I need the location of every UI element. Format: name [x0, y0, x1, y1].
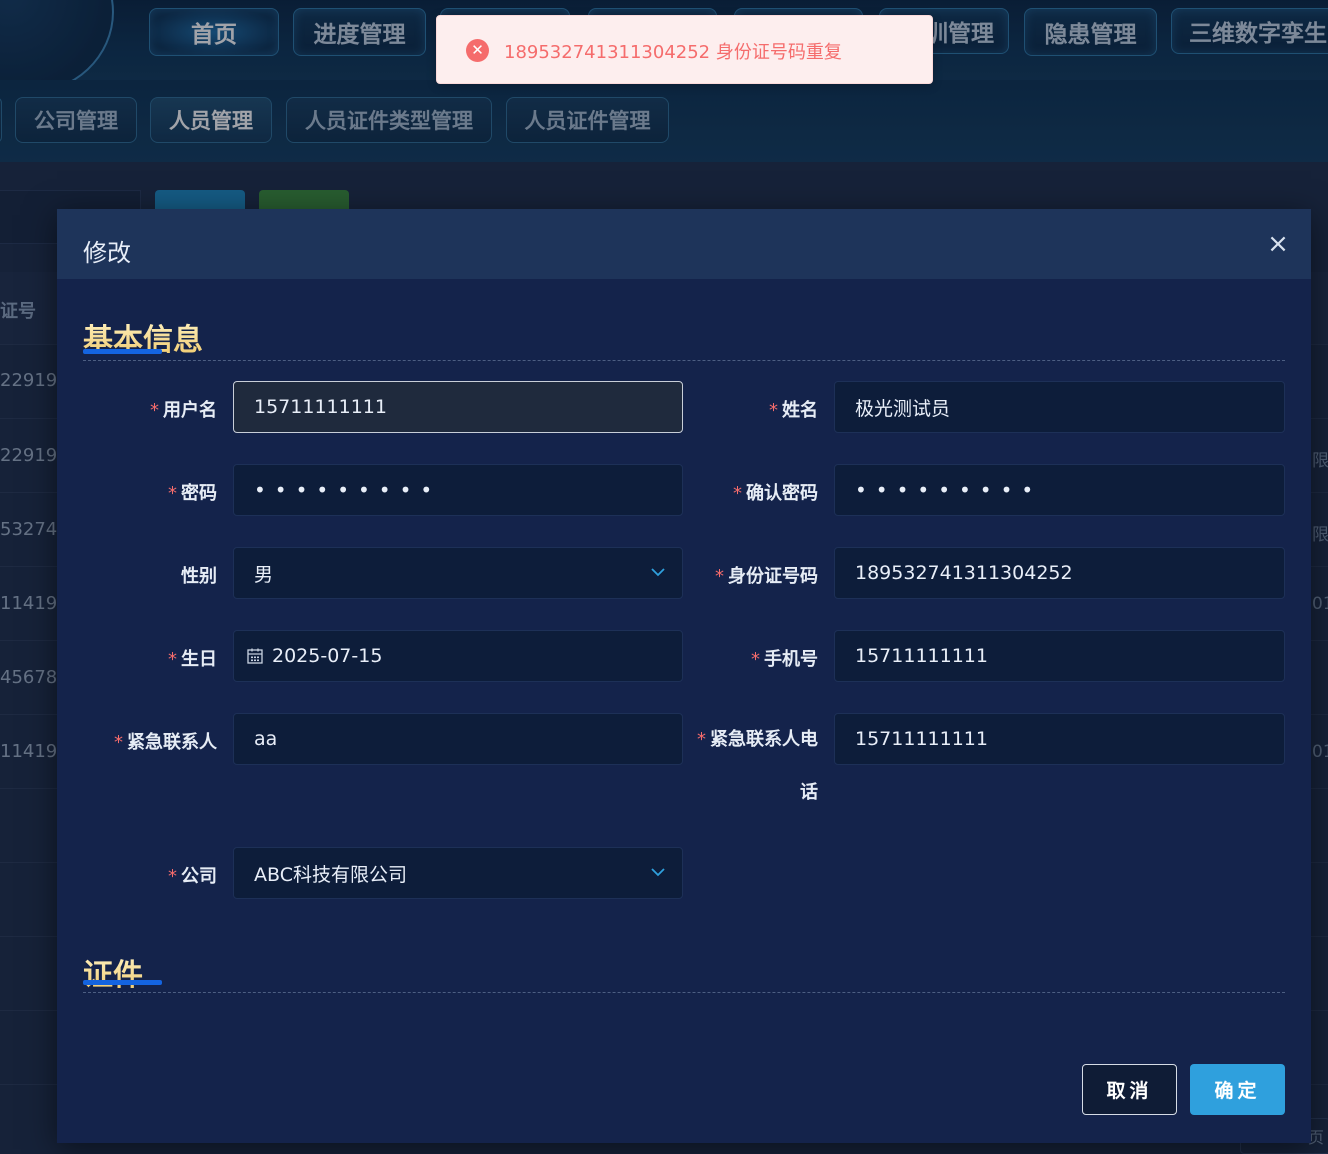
chevron-down-icon [651, 568, 665, 577]
id-number-label: * 身份证号码 [715, 566, 818, 587]
section-divider [83, 360, 1285, 361]
emergency-phone-label: * 紧急联系人电话 [697, 729, 818, 803]
id-number-input[interactable]: 189532741311304252 [834, 547, 1285, 599]
name-label: * 姓名 [769, 400, 818, 421]
username-label: * 用户名 [150, 400, 217, 421]
dialog-header: 修改 × [57, 209, 1311, 279]
error-icon: ✕ [466, 39, 489, 62]
section-underline [83, 349, 162, 354]
dialog-title: 修改 [83, 239, 131, 267]
close-icon[interactable]: × [1263, 229, 1293, 259]
emergency-phone-input[interactable]: 15711111111 [834, 713, 1285, 765]
edit-dialog: 修改 × 基本信息 * 用户名 15711111111 * 姓名 极光测试员 * 密码… [57, 209, 1311, 1143]
cancel-button[interactable]: 取消 [1082, 1064, 1177, 1115]
confirm-password-input[interactable]: ••••••••• [834, 464, 1285, 516]
error-toast: ✕ 189532741311304252 身份证号码重复 [436, 15, 933, 84]
name-input[interactable]: 极光测试员 [834, 381, 1285, 433]
section-title-certificates: 证件 [83, 950, 143, 994]
password-label: * 密码 [168, 483, 217, 504]
username-input[interactable]: 15711111111 [233, 381, 683, 433]
gender-label: 性别 [181, 566, 217, 587]
company-select[interactable]: ABC科技有限公司 [233, 847, 683, 899]
emergency-contact-input[interactable]: aa [233, 713, 683, 765]
calendar-icon [247, 648, 263, 664]
phone-input[interactable]: 15711111111 [834, 630, 1285, 682]
confirm-button[interactable]: 确定 [1190, 1064, 1285, 1115]
emergency-contact-label: * 紧急联系人 [114, 732, 217, 753]
company-label: * 公司 [168, 866, 217, 887]
section-divider [83, 992, 1285, 993]
section-underline [83, 980, 162, 985]
password-input[interactable]: ••••••••• [233, 464, 683, 516]
birthday-label: * 生日 [168, 649, 217, 670]
chevron-down-icon [651, 868, 665, 877]
phone-label: * 手机号 [751, 649, 818, 670]
toast-message: 189532741311304252 身份证号码重复 [504, 42, 842, 63]
birthday-datepicker[interactable]: 2025-07-15 [233, 630, 683, 682]
confirm-password-label: * 确认密码 [733, 483, 818, 504]
gender-select[interactable]: 男 [233, 547, 683, 599]
